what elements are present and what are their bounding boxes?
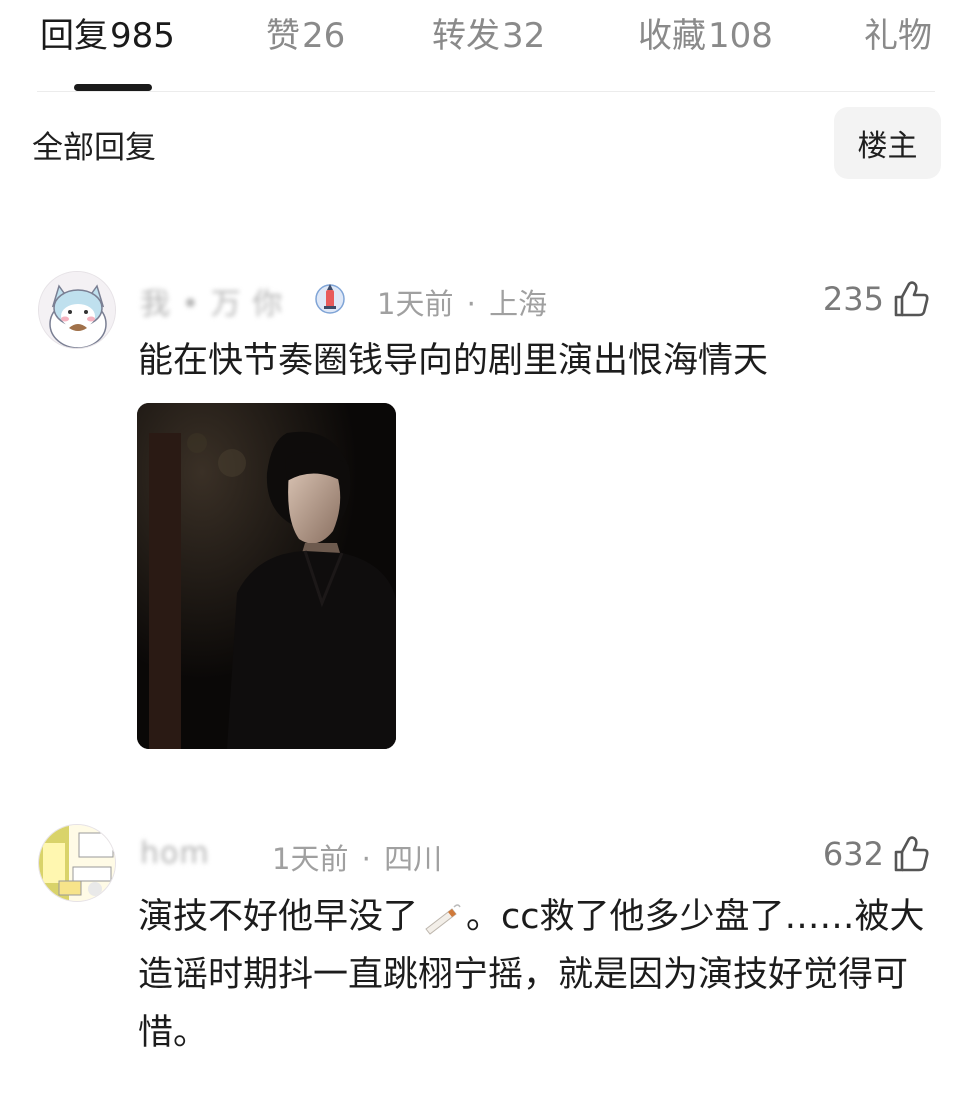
thumbs-up-icon — [894, 836, 929, 872]
tab-count: 32 — [502, 16, 546, 56]
tab-gifts[interactable]: 礼物 — [864, 14, 932, 58]
comment-text: 演技不好他早没了 。cc救了他多少盘了……被大造谣时期抖一直跳栩宁摇，就是因为演… — [138, 888, 938, 1062]
tab-count: 26 — [302, 16, 346, 56]
cigarette-emoji-icon — [425, 904, 461, 935]
comment-meta: 1天前 · 上海 — [377, 281, 547, 323]
username[interactable]: 我 • 万 你 — [140, 279, 283, 322]
comic-avatar-icon[interactable] — [38, 824, 116, 902]
tab-count: 108 — [708, 16, 773, 56]
post-time: 1天前 — [272, 842, 349, 876]
tab-replies[interactable]: 回复985 — [40, 14, 175, 58]
tab-label: 收藏 — [638, 16, 706, 56]
tab-count: 985 — [110, 16, 175, 56]
tab-label: 赞 — [266, 16, 300, 56]
thumbs-up-icon — [894, 281, 929, 317]
comment-photo[interactable] — [137, 403, 396, 749]
tab-label: 回复 — [40, 16, 108, 56]
tab-label: 礼物 — [864, 16, 932, 56]
meta-separator: · — [466, 287, 476, 321]
watermark — [906, 1094, 966, 1116]
tab-bar: 回复985 赞26 转发32 收藏108 礼物 — [0, 0, 972, 92]
op-only-button[interactable]: 楼主 — [834, 107, 941, 179]
comment-meta: 1天前 · 四川 — [272, 836, 442, 878]
post-time: 1天前 — [377, 287, 454, 321]
tabs-divider — [37, 91, 935, 92]
meta-separator: · — [361, 842, 371, 876]
comments-page: 回复985 赞26 转发32 收藏108 礼物 全部回复 楼主 我 • 万 你 … — [0, 0, 972, 1120]
like-button[interactable]: 235 — [823, 278, 932, 320]
tab-label: 转发 — [432, 16, 500, 56]
all-replies-label: 全部回复 — [32, 130, 156, 166]
tab-reposts[interactable]: 转发32 — [432, 14, 545, 58]
tab-favorites[interactable]: 收藏108 — [638, 14, 773, 58]
comment-text: 能在快节奏圈钱导向的剧里演出恨海情天 — [138, 341, 769, 381]
like-button[interactable]: 632 — [823, 833, 932, 875]
tab-likes[interactable]: 赞26 — [266, 14, 345, 58]
post-location: 四川 — [384, 842, 443, 876]
member-badge-icon — [315, 281, 345, 315]
comment-text-part: 演技不好他早没了 — [138, 897, 419, 937]
username[interactable]: hom — [140, 836, 210, 876]
active-tab-indicator — [74, 84, 152, 91]
cartoon-cat-avatar-icon[interactable] — [38, 271, 116, 349]
like-count: 632 — [822, 835, 884, 873]
post-location: 上海 — [489, 287, 548, 321]
like-count: 235 — [822, 280, 884, 318]
